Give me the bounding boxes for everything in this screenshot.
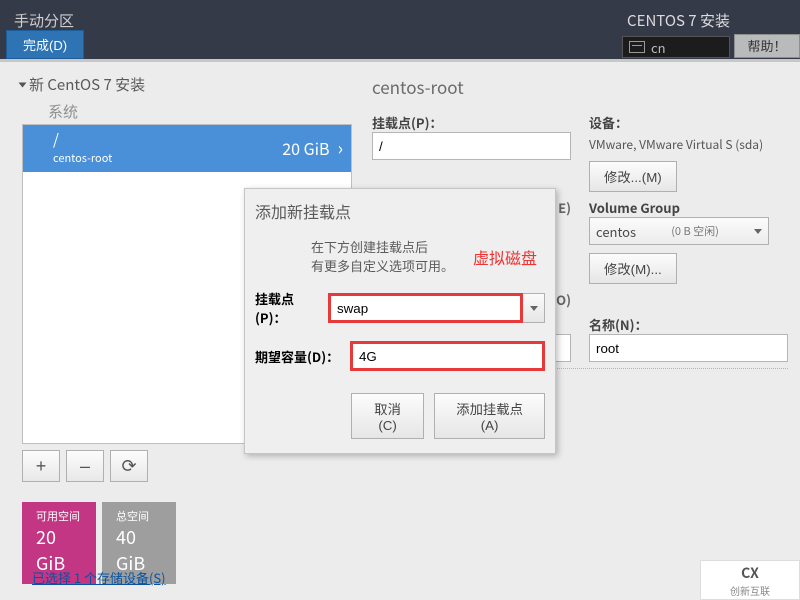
partition-size: 20 GiB [282,136,329,160]
detail-title: centos-root [372,74,788,99]
dialog-size-label: 期望容量(D)： [255,347,340,366]
volume-group-select[interactable]: centos (0 B 空闲) [589,217,769,245]
annotation-text: 虚拟磁盘 [473,245,537,269]
chevron-right-icon: › [338,135,343,161]
remove-mount-button[interactable]: – [66,450,104,482]
help-button[interactable]: 帮助！ [734,34,800,58]
mount-label: 挂载点(P)： [372,113,571,132]
page-title: 手动分区 [14,10,74,31]
vg-modify-button[interactable]: 修改(M)... [589,253,677,284]
keyboard-icon [629,41,645,53]
volume-group-free: (0 B 空闲) [671,223,719,239]
volume-group-label: Volume Group [589,198,788,217]
keyboard-layout-label: cn [651,38,666,57]
topbar: 手动分区 完成(D) CENTOS 7 安装 cn 帮助！ [0,0,800,62]
partition-row-selected[interactable]: / centos-root 20 GiB › [23,125,351,172]
chevron-down-icon [530,306,538,311]
available-space-label: 可用空间 [36,508,82,524]
watermark-brand-short: CX [741,563,759,583]
dialog-mount-input[interactable] [328,293,523,323]
total-space-label: 总空间 [116,508,162,524]
dialog-size-input[interactable] [350,341,545,371]
dialog-mount-label: 挂载点(P)： [255,289,318,327]
device-value: VMware, VMware Virtual S (sda) [589,136,788,153]
reload-button[interactable]: ⟳ [110,450,148,482]
installer-title: CENTOS 7 安装 [627,10,730,31]
watermark: CX 创新互联 [700,560,800,600]
scheme-collapser[interactable]: 新 CentOS 7 安装 [20,74,354,95]
dialog-title: 添加新挂载点 [255,199,545,223]
partition-mount: / [53,129,59,150]
watermark-brand: 创新互联 [730,583,770,598]
chevron-down-icon [19,82,27,87]
section-label: 系统 [48,101,354,122]
add-mount-button[interactable]: + [22,450,60,482]
name-label: 名称(N)： [589,315,788,334]
mount-input[interactable] [372,132,571,160]
add-mount-dialog: 添加新挂载点 在下方创建挂载点后 有更多自定义选项可用。 虚拟磁盘 挂载点(P)… [244,188,556,454]
selected-devices-link[interactable]: 已选择 1 个存储设备(S) [32,568,166,587]
device-modify-button[interactable]: 修改...(M) [589,161,677,192]
dialog-add-button[interactable]: 添加挂载点(A) [434,393,545,439]
partition-name: centos-root [53,150,112,166]
chevron-down-icon [754,229,762,234]
keyboard-indicator[interactable]: cn [622,36,730,58]
dialog-cancel-button[interactable]: 取消(C) [351,393,424,439]
name-input[interactable] [589,334,788,362]
volume-group-value: centos [596,222,636,241]
done-button[interactable]: 完成(D) [6,30,84,59]
scheme-label: 新 CentOS 7 安装 [29,74,145,95]
device-label: 设备： [589,113,788,132]
dialog-mount-dropdown[interactable] [523,293,545,323]
